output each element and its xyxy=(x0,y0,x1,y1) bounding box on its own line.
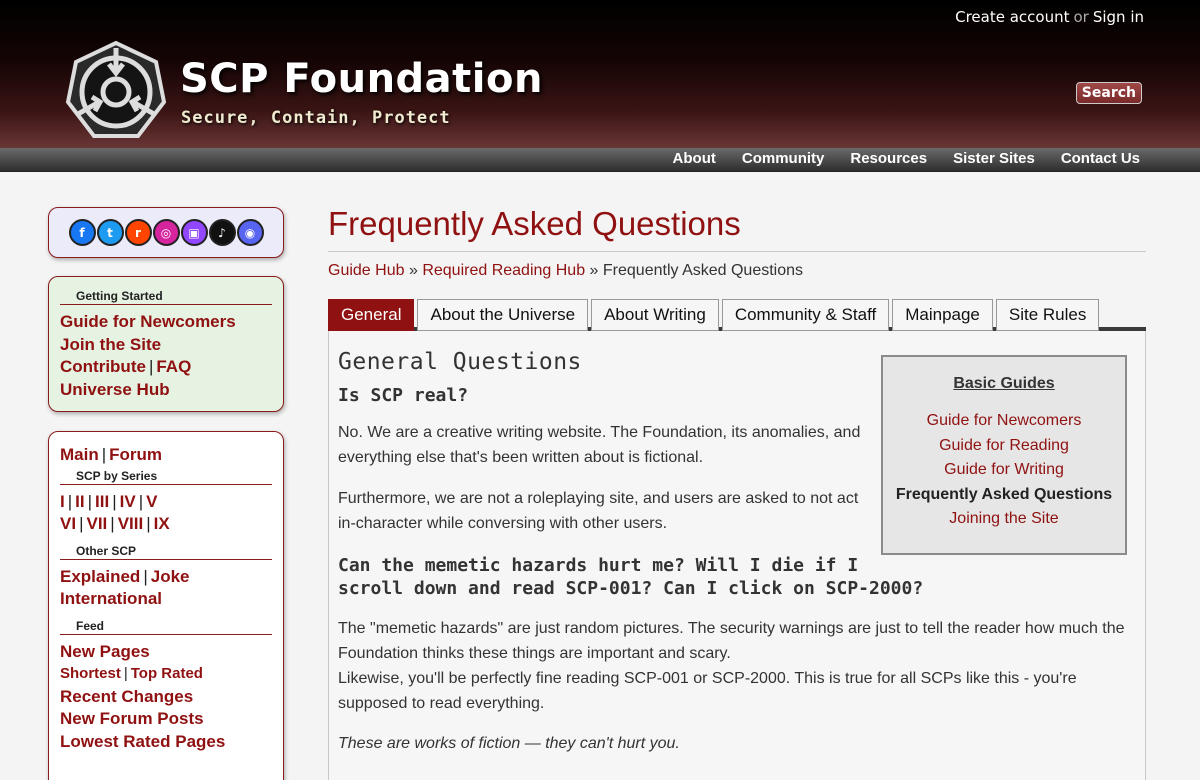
answer-paragraph: Furthermore, we are not a roleplaying si… xyxy=(338,490,859,532)
guide-current-faq: Frequently Asked Questions xyxy=(895,485,1113,503)
reddit-icon[interactable]: r xyxy=(124,219,152,246)
shortest-link[interactable]: Shortest xyxy=(60,665,121,682)
scp-by-series-heading: SCP by Series xyxy=(60,469,272,485)
main-link[interactable]: Main xyxy=(60,445,99,464)
breadcrumb: Guide Hub » Required Reading Hub » Frequ… xyxy=(328,262,1146,280)
guide-link-joining[interactable]: Joining the Site xyxy=(883,507,1125,532)
instagram-icon[interactable]: ◎ xyxy=(152,219,180,246)
nav-resources[interactable]: Resources xyxy=(850,150,927,167)
guide-link-writing[interactable]: Guide for Writing xyxy=(883,458,1125,483)
divider: | xyxy=(79,514,84,533)
series-link[interactable]: IV xyxy=(120,492,136,511)
divider: | xyxy=(101,445,107,464)
tab-mainpage[interactable]: Mainpage xyxy=(892,299,993,331)
new-pages-link[interactable]: New Pages xyxy=(60,642,150,661)
tab-about-the-universe[interactable]: About the Universe xyxy=(417,299,589,331)
nav-community[interactable]: Community xyxy=(742,150,825,167)
new-forum-posts-link[interactable]: New Forum Posts xyxy=(60,709,204,728)
series-link[interactable]: VI xyxy=(60,514,76,533)
basic-guides-heading: Basic Guides xyxy=(953,375,1055,392)
series-link[interactable]: I xyxy=(60,492,65,511)
side-menu-box: Main | Forum SCP by Series I | II | III | IV | V V… xyxy=(48,431,284,780)
breadcrumb-separator: » xyxy=(408,262,418,279)
tab-community-staff[interactable]: Community & Staff xyxy=(721,299,890,331)
question-line: Can the memetic hazards hurt me? Will I … xyxy=(338,555,859,576)
answer-paragraph: These are works of fiction — they can't … xyxy=(338,735,680,752)
social-links-box: f t r ◎ ▣ ♪ ◉ xyxy=(48,207,284,258)
nav-about[interactable]: About xyxy=(673,150,716,167)
getting-started-heading: Getting Started xyxy=(60,289,272,305)
forum-link[interactable]: Forum xyxy=(109,445,162,464)
divider: | xyxy=(148,357,154,376)
feed-heading: Feed xyxy=(60,619,272,635)
site-title[interactable]: SCP Foundation xyxy=(180,56,543,102)
tab-about-writing[interactable]: About Writing xyxy=(591,299,719,331)
twitter-icon[interactable]: t xyxy=(96,219,124,246)
series-row-1: I | II | III | IV | V xyxy=(60,491,272,514)
site-subtitle: Secure, Contain, Protect xyxy=(181,108,451,128)
guide-link-reading[interactable]: Guide for Reading xyxy=(883,434,1125,459)
faq-link[interactable]: FAQ xyxy=(156,357,191,376)
search-button[interactable]: Search xyxy=(1075,82,1142,104)
guide-link-newcomers[interactable]: Guide for Newcomers xyxy=(883,409,1125,434)
joke-link[interactable]: Joke xyxy=(151,567,190,586)
tab-site-rules[interactable]: Site Rules xyxy=(995,299,1100,331)
series-link[interactable]: VIII xyxy=(118,514,144,533)
tab-content-general: General Questions Is SCP real? No. We ar… xyxy=(328,331,1146,780)
facebook-icon[interactable]: f xyxy=(68,219,96,246)
question-heading: Can the memetic hazards hurt me? Will I … xyxy=(338,554,1136,600)
breadcrumb-current: Frequently Asked Questions xyxy=(602,262,804,279)
series-link[interactable]: VII xyxy=(86,514,107,533)
tab-general[interactable]: General xyxy=(328,299,415,331)
divider: | xyxy=(138,491,144,511)
twitch-icon[interactable]: ▣ xyxy=(180,219,208,246)
discord-icon[interactable]: ◉ xyxy=(236,219,264,246)
other-scp-heading: Other SCP xyxy=(60,544,272,560)
series-link[interactable]: II xyxy=(75,492,84,511)
explained-link[interactable]: Explained xyxy=(60,567,140,586)
nav-contact-us[interactable]: Contact Us xyxy=(1061,150,1140,167)
tiktok-icon[interactable]: ♪ xyxy=(208,219,236,246)
breadcrumb-guide-hub[interactable]: Guide Hub xyxy=(328,262,405,279)
answer-paragraph: The "memetic hazards" are just random pi… xyxy=(338,620,1125,662)
answer-paragraph: No. We are a creative writing website. T… xyxy=(338,424,861,466)
recent-changes-link[interactable]: Recent Changes xyxy=(60,687,193,706)
breadcrumb-required-reading-hub[interactable]: Required Reading Hub xyxy=(422,262,585,279)
contribute-link[interactable]: Contribute xyxy=(60,357,146,376)
scp-logo-icon[interactable] xyxy=(64,40,168,140)
series-link[interactable]: IX xyxy=(154,514,170,533)
top-navigation: About Community Resources Sister Sites C… xyxy=(0,148,1200,172)
divider: | xyxy=(146,514,151,533)
top-rated-link[interactable]: Top Rated xyxy=(131,665,203,682)
divider: | xyxy=(123,665,128,682)
getting-started-box: Getting Started Guide for Newcomers Join… xyxy=(48,276,284,412)
sign-in-link[interactable]: Sign in xyxy=(1093,8,1144,26)
divider: | xyxy=(112,491,117,511)
user-bar: Create account or Sign in xyxy=(955,8,1144,26)
join-the-site-link[interactable]: Join the Site xyxy=(60,335,161,354)
divider: | xyxy=(87,491,93,511)
breadcrumb-separator: » xyxy=(589,262,599,279)
page-title: Frequently Asked Questions xyxy=(328,205,1146,252)
lowest-rated-pages-link[interactable]: Lowest Rated Pages xyxy=(60,732,225,751)
divider: | xyxy=(143,566,148,586)
series-link[interactable]: V xyxy=(146,492,157,511)
guide-for-newcomers-link[interactable]: Guide for Newcomers xyxy=(60,312,236,331)
site-header: Create account or Sign in SCP Foundation S… xyxy=(0,0,1200,148)
universe-hub-link[interactable]: Universe Hub xyxy=(60,380,170,399)
main-content: Frequently Asked Questions Guide Hub » R… xyxy=(328,205,1146,780)
divider: | xyxy=(110,514,115,533)
divider: | xyxy=(67,491,73,511)
nav-sister-sites[interactable]: Sister Sites xyxy=(953,150,1035,167)
question-line: scroll down and read SCP-001? Can I clic… xyxy=(338,578,924,599)
series-link[interactable]: III xyxy=(95,492,109,511)
basic-guides-box: Basic Guides Guide for Newcomers Guide f… xyxy=(881,355,1127,555)
series-row-2: VI | VII | VIII | IX xyxy=(60,513,272,536)
international-link[interactable]: International xyxy=(60,589,162,608)
create-account-link[interactable]: Create account xyxy=(955,8,1069,26)
userbar-or: or xyxy=(1073,8,1089,26)
answer-paragraph: Likewise, you'll be perfectly fine readi… xyxy=(338,670,1077,712)
faq-tabs: General About the Universe About Writing… xyxy=(328,299,1146,331)
